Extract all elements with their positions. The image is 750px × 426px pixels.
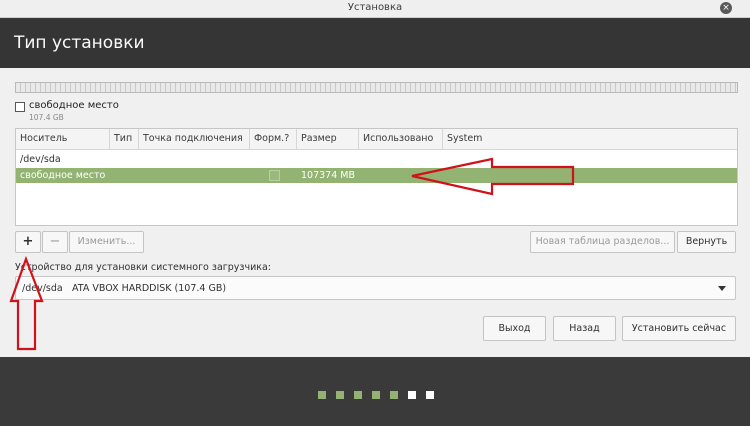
annotation-arrows xyxy=(9,157,575,351)
annotation-arrow-up xyxy=(9,255,44,351)
annotation-arrow-left xyxy=(411,157,575,196)
